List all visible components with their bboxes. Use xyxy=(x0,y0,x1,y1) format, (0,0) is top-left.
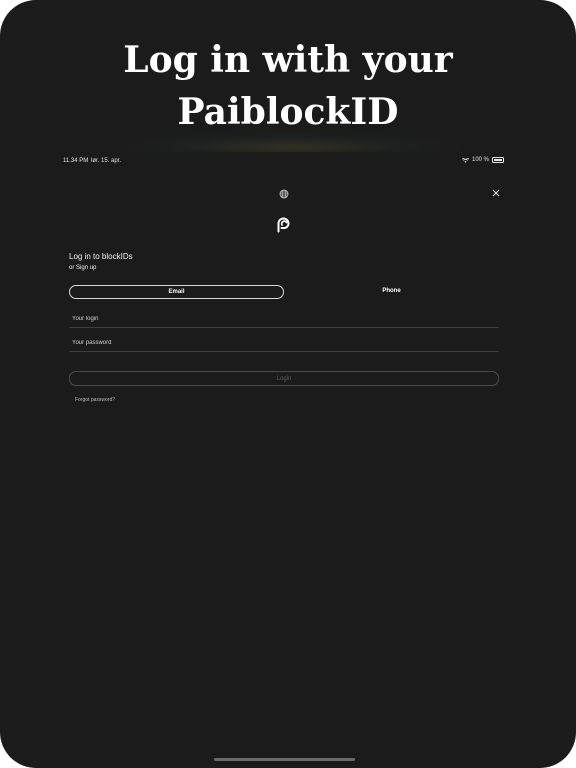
signup-prefix: or xyxy=(69,265,75,271)
forgot-password-link[interactable]: Forgot password? xyxy=(75,397,115,403)
device-frame: Log in with your PaiblockID 11.34 PM lør… xyxy=(0,0,576,768)
signup-row: or Sign up xyxy=(69,265,96,271)
promo-title-line-2: PaiblockID xyxy=(177,91,399,133)
wifi-icon xyxy=(461,157,469,163)
status-time: 11.34 PM xyxy=(63,158,89,164)
promo-title-line-1: Log in with your xyxy=(123,39,453,81)
signup-link[interactable]: Sign up xyxy=(76,265,96,271)
password-field xyxy=(69,337,499,352)
home-indicator xyxy=(214,758,355,761)
tab-phone[interactable]: Phone xyxy=(284,285,499,297)
brand-logo xyxy=(274,215,294,235)
paiblock-logo-icon xyxy=(277,217,290,233)
close-button[interactable] xyxy=(491,185,501,197)
login-heading: Log in to blockIDs xyxy=(69,252,133,261)
status-date: lør. 15. apr. xyxy=(91,158,122,164)
status-indicators: 100 % xyxy=(461,157,504,163)
tab-email[interactable]: Email xyxy=(69,285,284,299)
login-input[interactable] xyxy=(69,313,492,325)
login-field xyxy=(69,313,499,328)
status-bar: 11.34 PM lør. 15. apr. 100 % xyxy=(58,155,510,169)
battery-percentage: 100 % xyxy=(471,157,489,163)
globe-icon xyxy=(279,189,289,199)
close-icon xyxy=(492,189,500,197)
battery-icon xyxy=(492,157,504,163)
login-button[interactable]: Login xyxy=(69,371,499,386)
password-input[interactable] xyxy=(69,337,492,349)
app-screen: 11.34 PM lør. 15. apr. 100 % Log in to b… xyxy=(58,152,510,768)
language-button[interactable] xyxy=(279,186,289,199)
login-method-tabs: Email Phone xyxy=(69,285,499,299)
promo-title: Log in with your PaiblockID xyxy=(0,34,576,138)
